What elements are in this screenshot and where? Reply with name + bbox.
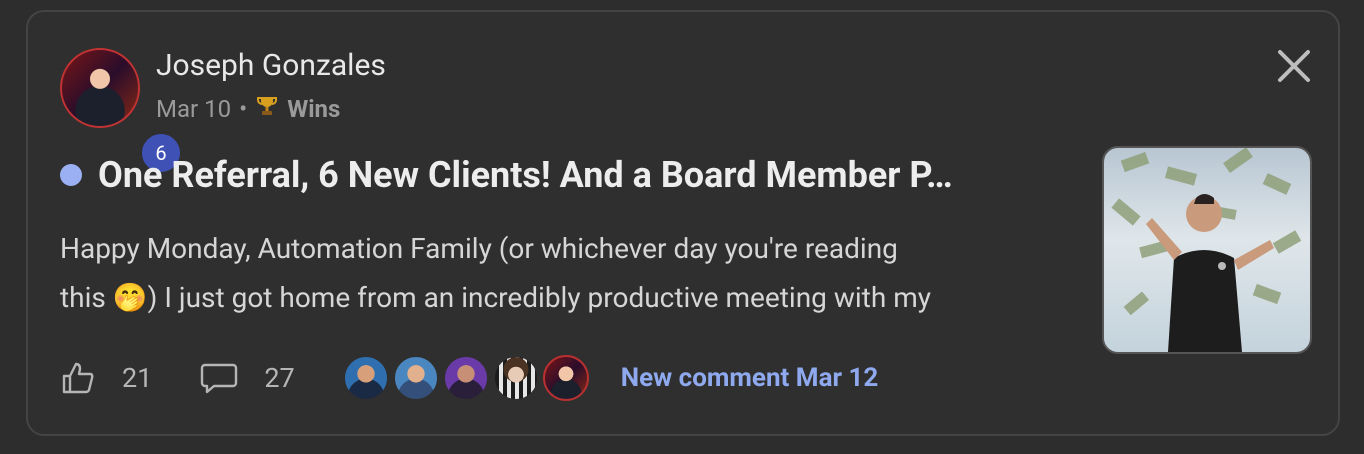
post-body-line-1: Happy Monday, Automation Family (or whic… [60,232,898,265]
like-button[interactable]: 21 [60,360,152,396]
close-icon [1278,50,1310,82]
commenter-avatars [342,355,589,401]
author-avatar[interactable] [60,48,140,128]
avatar[interactable] [492,355,539,401]
post-title[interactable]: One Referral, 6 New Clients! And a Board… [98,154,953,196]
avatar[interactable] [342,355,389,401]
close-button[interactable] [1272,44,1316,88]
comment-count: 27 [264,362,295,394]
emoji: 🤭 [112,281,148,314]
post-category[interactable]: Wins [287,95,340,123]
unread-dot [60,164,82,186]
comment-button[interactable]: 27 [200,361,295,395]
post-title-row[interactable]: One Referral, 6 New Clients! And a Board… [60,154,1060,196]
like-count: 21 [122,362,153,394]
post-card[interactable]: 6 Joseph Gonzales Mar 10 • Wins One Refe… [26,10,1340,436]
post-footer: 21 27 New comment Mar 12 [60,352,878,404]
author-name[interactable]: Joseph Gonzales [156,48,386,83]
post-body-line-2-end: ) I just got home from an incredibly pro… [147,281,932,314]
thumbs-up-icon [62,362,94,394]
avatar[interactable] [542,355,589,401]
post-body-line-2: this 🤭) I just got home from an incredib… [60,273,1060,322]
author-avatar-wrap[interactable]: 6 [60,48,182,174]
trophy-icon [255,94,279,124]
post-date: Mar 10 [156,95,232,123]
new-comment-link[interactable]: New comment Mar 12 [621,363,879,393]
avatar[interactable] [442,355,489,401]
meta-separator: • [239,95,248,123]
post-meta: Mar 10 • Wins [156,94,340,124]
comment-bubble-icon [201,363,238,394]
post-thumbnail[interactable] [1102,146,1312,354]
post-body[interactable]: Happy Monday, Automation Family (or whic… [60,224,1060,322]
post-body-line-2-start: this [60,281,113,314]
avatar[interactable] [392,355,439,401]
